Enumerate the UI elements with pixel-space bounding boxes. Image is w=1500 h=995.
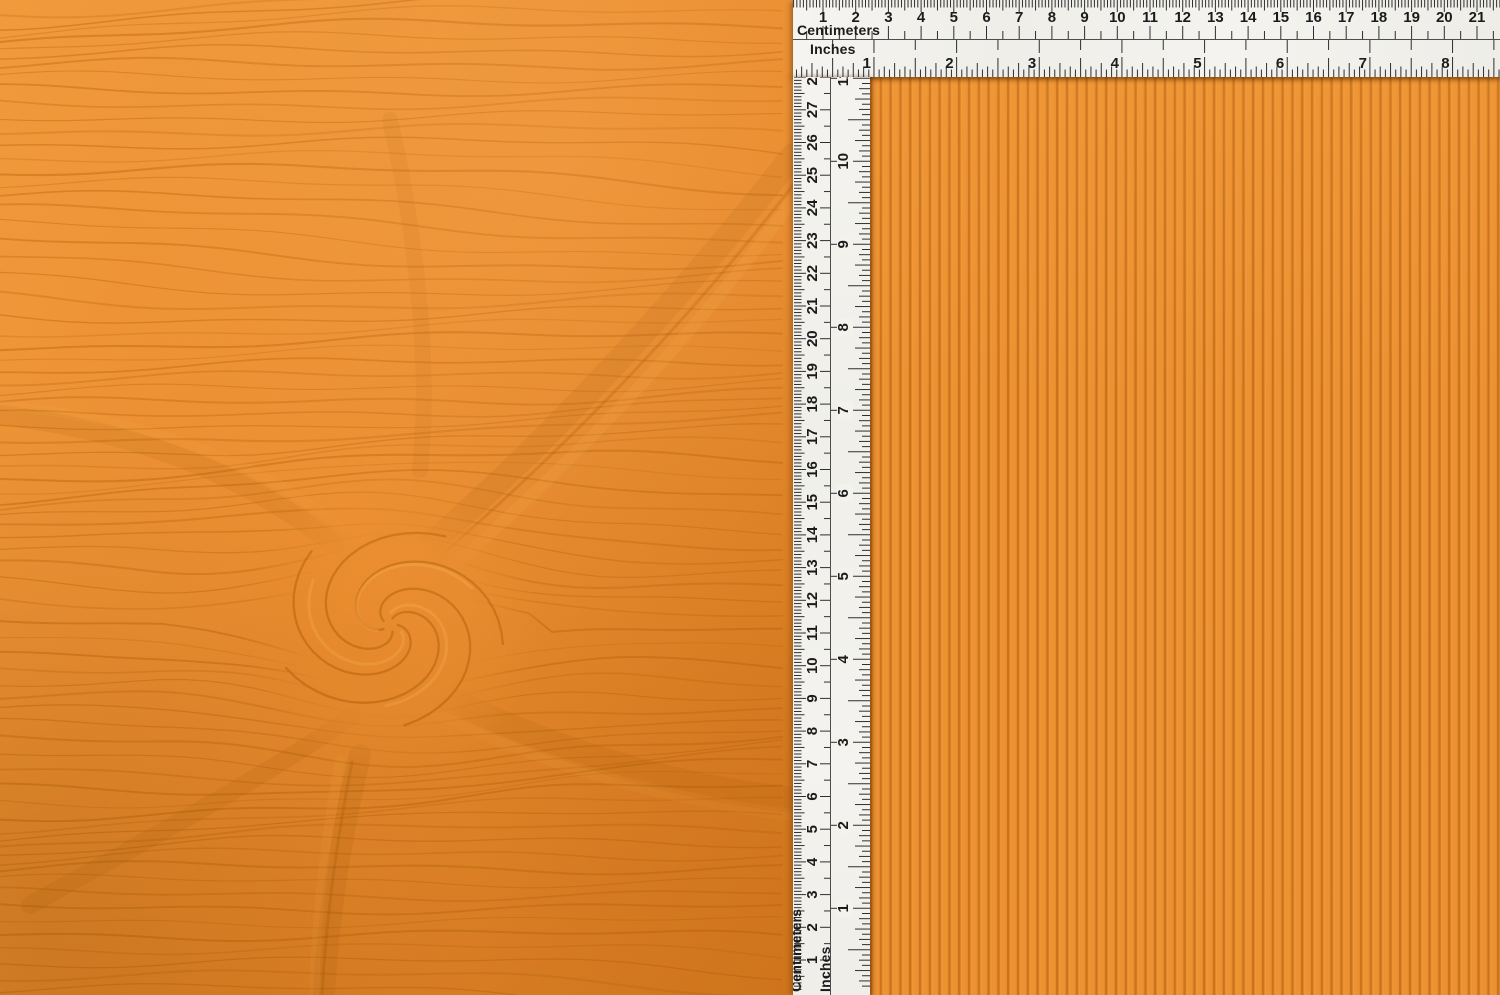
svg-text:3: 3 — [1028, 55, 1036, 72]
horizontal-ruler-inches-label: Inches — [810, 41, 856, 57]
svg-text:18: 18 — [804, 396, 821, 413]
svg-text:2: 2 — [945, 55, 953, 72]
svg-text:8: 8 — [1048, 9, 1056, 26]
svg-text:21: 21 — [1469, 9, 1486, 26]
svg-text:4: 4 — [917, 9, 926, 26]
svg-text:6: 6 — [835, 489, 852, 497]
vertical-ruler-centimeters-label: Centimeters — [793, 908, 804, 992]
svg-text:19: 19 — [1403, 9, 1420, 26]
svg-text:5: 5 — [835, 572, 852, 580]
svg-text:7: 7 — [1359, 55, 1367, 72]
fabric-swatch-swirled — [0, 0, 793, 995]
svg-text:22: 22 — [804, 265, 821, 282]
svg-text:2: 2 — [804, 923, 821, 931]
horizontal-ruler-scale: 1 2 3 4 5 6 7 8 9 10 11 12 13 14 15 16 17 18 19 20 211 2 3 4 5 6 7… — [793, 0, 1500, 77]
svg-text:10: 10 — [835, 153, 852, 170]
swirled-fabric-art — [0, 0, 793, 995]
svg-text:20: 20 — [1436, 9, 1453, 26]
svg-text:16: 16 — [1305, 9, 1322, 26]
svg-text:14: 14 — [804, 526, 821, 543]
svg-text:1: 1 — [835, 904, 852, 912]
svg-text:8: 8 — [1441, 55, 1449, 72]
cm-tick-labels: 1234567891011121314151617181920212223242… — [804, 77, 821, 964]
cm-tick-labels: 1 2 3 4 5 6 7 8 9 10 11 12 13 14 15 16 17 18 19 20 21 — [819, 9, 1486, 26]
svg-text:21: 21 — [804, 298, 821, 315]
svg-text:10: 10 — [804, 657, 821, 674]
vertical-ruler-scale: 1234567891011121314151617181920212223242… — [794, 77, 870, 995]
fabric-swatch-flat — [870, 77, 1500, 995]
svg-text:28: 28 — [804, 77, 821, 85]
svg-text:27: 27 — [804, 101, 821, 118]
svg-text:14: 14 — [1240, 9, 1257, 26]
svg-text:7: 7 — [804, 760, 821, 768]
svg-text:2: 2 — [835, 821, 852, 829]
svg-text:23: 23 — [804, 232, 821, 249]
inch-tick-marks — [831, 77, 870, 987]
svg-text:4: 4 — [1111, 55, 1120, 72]
svg-text:9: 9 — [1080, 9, 1088, 26]
inch-tick-labels: 1 2 3 4 5 6 7 8 — [863, 55, 1450, 72]
svg-text:11: 11 — [804, 625, 821, 641]
svg-text:16: 16 — [804, 461, 821, 478]
svg-text:20: 20 — [804, 330, 821, 347]
svg-text:25: 25 — [804, 167, 821, 184]
svg-text:13: 13 — [1207, 9, 1224, 26]
svg-text:5: 5 — [804, 825, 821, 833]
svg-text:3: 3 — [884, 9, 892, 26]
svg-text:17: 17 — [1338, 9, 1355, 26]
svg-text:6: 6 — [982, 9, 990, 26]
svg-text:10: 10 — [1109, 9, 1126, 26]
svg-text:9: 9 — [804, 694, 821, 702]
svg-text:4: 4 — [835, 654, 852, 663]
svg-text:11: 11 — [1142, 9, 1158, 26]
svg-text:5: 5 — [1193, 55, 1201, 72]
svg-text:19: 19 — [804, 363, 821, 380]
svg-text:15: 15 — [804, 494, 821, 511]
svg-text:6: 6 — [1276, 55, 1284, 72]
svg-text:5: 5 — [950, 9, 958, 26]
svg-text:26: 26 — [804, 134, 821, 151]
svg-text:11: 11 — [835, 77, 852, 86]
svg-text:4: 4 — [804, 857, 821, 866]
svg-text:3: 3 — [804, 890, 821, 898]
svg-text:3: 3 — [835, 738, 852, 746]
fabric-product-photo: 1 2 3 4 5 6 7 8 9 10 11 12 13 14 15 16 17 18 19 20 21 1 2 3 4 5 6 7… — [0, 0, 1500, 995]
svg-text:9: 9 — [835, 240, 852, 248]
svg-text:6: 6 — [804, 792, 821, 800]
inch-tick-marks — [795, 40, 1500, 77]
svg-text:13: 13 — [804, 559, 821, 576]
svg-text:12: 12 — [804, 592, 821, 609]
horizontal-ruler-centimeters-label: Centimeters — [797, 22, 881, 38]
svg-text:7: 7 — [835, 406, 852, 414]
svg-text:15: 15 — [1272, 9, 1289, 26]
horizontal-ruler: 1 2 3 4 5 6 7 8 9 10 11 12 13 14 15 16 17 18 19 20 21 1 2 3 4 5 6 7… — [793, 0, 1500, 77]
svg-text:24: 24 — [804, 199, 821, 216]
svg-text:12: 12 — [1174, 9, 1191, 26]
svg-text:8: 8 — [804, 727, 821, 735]
svg-text:8: 8 — [835, 323, 852, 331]
svg-text:7: 7 — [1015, 9, 1023, 26]
svg-text:1: 1 — [863, 55, 871, 72]
svg-text:18: 18 — [1371, 9, 1388, 26]
svg-text:17: 17 — [804, 428, 821, 445]
vertical-ruler-inches-label: Inches — [817, 946, 833, 992]
vertical-ruler: 1 2 3 4 5 6 7 8 9 10 11 12 13 14 15 16 17 18 19 20 21 22 23 24 2… — [793, 77, 870, 995]
